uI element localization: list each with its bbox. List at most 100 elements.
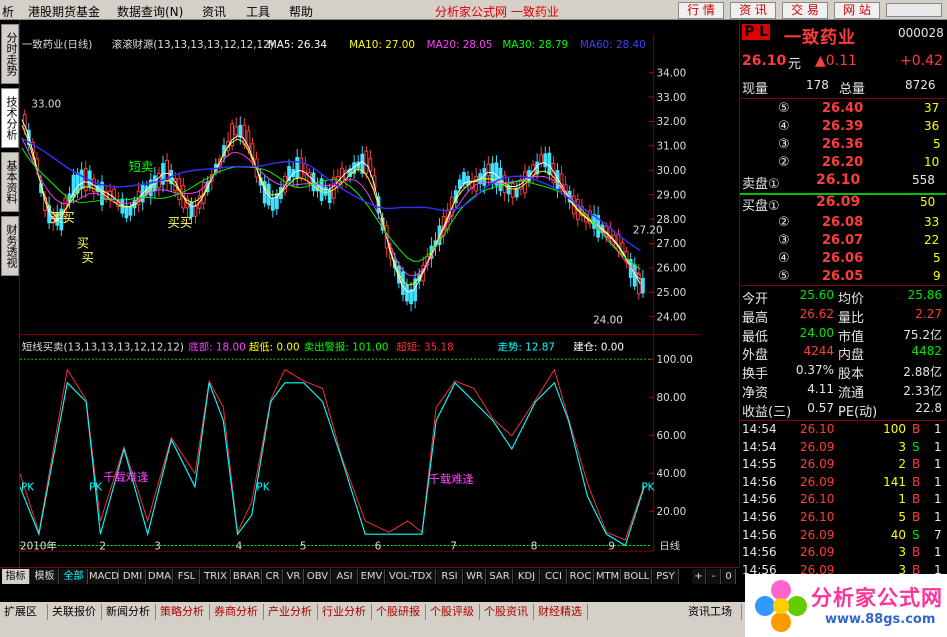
pk-label-3: PK (256, 482, 270, 494)
tick-row: 14:56 26.09 141 B 1 (740, 475, 946, 494)
status-tab-3[interactable]: 策略分析 (158, 604, 210, 620)
brand-badge: P L (742, 24, 771, 40)
tab-dmi[interactable]: DMI (120, 569, 146, 584)
status-tab-5[interactable]: 产业分析 (266, 604, 318, 620)
status-tab-8[interactable]: 个股评级 (428, 604, 480, 620)
website-button[interactable]: 网 站 (834, 2, 880, 19)
status-tab-7[interactable]: 个股研报 (374, 604, 426, 620)
tab-profile[interactable]: 基本资料 (1, 152, 19, 212)
stat-label: 量比 (838, 310, 865, 326)
stat-value: 22.8 (915, 400, 942, 415)
tick-count: 1 (934, 457, 942, 472)
status-tab-9[interactable]: 个股资讯 (482, 604, 534, 620)
quote-button[interactable]: 行 情 (678, 2, 724, 19)
status-tab-4[interactable]: 券商分析 (212, 604, 264, 620)
tab-psy[interactable]: PSY (653, 569, 679, 584)
tab-全部[interactable]: 全部 (60, 569, 88, 584)
tick-price: 26.09 (800, 457, 835, 472)
stat-label: 今开 (742, 292, 769, 307)
menu-item-hk[interactable]: 港股期货基金 (28, 3, 100, 20)
tab-brar[interactable]: BRAR (232, 569, 262, 584)
tick-time: 14:56 (742, 474, 777, 489)
y-tick-main-10: 24.00 (656, 311, 686, 323)
tick-price: 26.10 (800, 422, 835, 436)
current-vol-label: 现量 (742, 82, 769, 97)
tick-time: 14:56 (742, 492, 777, 507)
status-tab-1[interactable]: 关联报价 (50, 604, 102, 620)
x-month-3: 3 (154, 540, 161, 552)
menu-item-tools[interactable]: 工具 (246, 3, 270, 20)
tab-roc[interactable]: ROC (568, 569, 594, 584)
stat-value: 24.00 (799, 325, 834, 340)
tab-指标[interactable]: 指标 (2, 569, 30, 584)
tick-price: 26.09 (800, 474, 835, 489)
tab-realtime[interactable]: 分时走势 (1, 24, 19, 84)
tab-finance[interactable]: 财务透视 (1, 216, 19, 276)
ask-row: ⑤ 26.40 37 (740, 101, 946, 120)
bid1-price: 26.09 (816, 194, 861, 210)
menu-item-data[interactable]: 数据查询(N) (117, 3, 183, 20)
stat-value: 0.57 (807, 400, 834, 415)
tab-sar[interactable]: SAR (487, 569, 513, 584)
tab-dma[interactable]: DMA (147, 569, 173, 584)
tab-control-1[interactable]: - (707, 569, 721, 584)
stat-value: 4.11 (807, 382, 834, 396)
tab-mtm[interactable]: MTM (595, 569, 621, 584)
tab-fsl[interactable]: FSL (174, 569, 200, 584)
menu-item-help[interactable]: 帮助 (289, 3, 313, 20)
tab-wr[interactable]: WR (464, 569, 486, 584)
y-tick-main-9: 25.00 (656, 287, 686, 299)
bid1-vol: 50 (920, 195, 936, 209)
right-label: 27.20 (633, 224, 663, 236)
stat-label: 流通 (838, 386, 865, 401)
y-tick-sub-0: 100.00 (656, 354, 692, 366)
status-tab-0[interactable]: 扩展区 (2, 604, 48, 620)
tab-vr[interactable]: VR (284, 569, 304, 584)
trade-button[interactable]: 交 易 (782, 2, 828, 19)
stock-name: 一致药业 (784, 28, 856, 48)
tab-rsi[interactable]: RSI (437, 569, 463, 584)
tab-kdj[interactable]: KDJ (514, 569, 540, 584)
stat-row: 外盘 4244 内盘 4482 (740, 344, 946, 363)
tick-vol: 1 (898, 492, 906, 507)
y-tick-sub-4: 20.00 (656, 506, 686, 518)
tick-vol: 141 (883, 474, 906, 489)
menu-item-news[interactable]: 资讯 (202, 3, 226, 20)
stat-label: 最高 (742, 310, 769, 326)
window-controls[interactable] (886, 3, 942, 17)
ask1-label: 卖盘① (742, 177, 780, 192)
ma-label-0: MA5: 26.34 (268, 39, 328, 51)
tab-cci[interactable]: CCI (541, 569, 567, 584)
y-tick-main-8: 26.00 (656, 263, 686, 275)
x-month-9: 9 (608, 540, 615, 552)
tab-emv[interactable]: EMV (359, 569, 385, 584)
tab-模板[interactable]: 模板 (31, 569, 59, 584)
tick-count: 1 (934, 422, 942, 436)
ask-row: ④ 26.39 36 (740, 119, 946, 138)
tick-vol: 2 (898, 457, 906, 472)
tab-vol-tdx[interactable]: VOL-TDX (386, 569, 436, 584)
kline-chart[interactable]: 一致药业(日线) 滚滚财源(13,13,13,13,12,12,12) MA5:… (20, 20, 700, 566)
menu-item-analysis[interactable]: 析 (2, 3, 14, 20)
status-tab-11[interactable]: 资讯工场 (686, 604, 742, 620)
stat-value: 0.37% (795, 363, 834, 378)
tick-side: B (912, 545, 921, 560)
tab-trix[interactable]: TRIX (201, 569, 231, 584)
tab-obv[interactable]: OBV (305, 569, 331, 584)
stock-code: 000028 (898, 26, 944, 40)
tab-technical[interactable]: 技术分析 (1, 88, 19, 148)
tab-control-0[interactable]: + (692, 569, 706, 584)
ask-vol: 10 (924, 155, 940, 169)
stat-label: PE(动) (838, 404, 878, 420)
pk-label-2: PK (89, 482, 103, 494)
tab-asi[interactable]: ASI (332, 569, 358, 584)
stock-label: 一致药业(日线) (22, 38, 92, 51)
status-tab-2[interactable]: 新闻分析 (104, 604, 156, 620)
tab-control-2[interactable]: 0 (722, 569, 736, 584)
news-button[interactable]: 资 讯 (730, 2, 776, 19)
tab-cr[interactable]: CR (263, 569, 283, 584)
status-tab-6[interactable]: 行业分析 (320, 604, 372, 620)
status-tab-10[interactable]: 财经精选 (536, 604, 588, 620)
tab-boll[interactable]: BOLL (622, 569, 652, 584)
tab-macd[interactable]: MACD (89, 569, 119, 584)
